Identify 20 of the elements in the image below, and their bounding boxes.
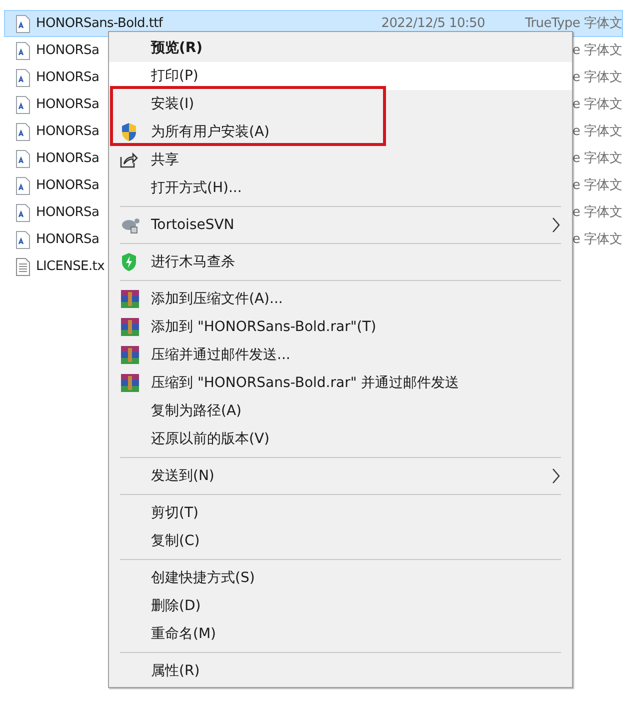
file-name: LICENSE.tx [36, 258, 104, 276]
file-name: HONORSa [36, 150, 100, 168]
file-type: e 字体文 [572, 230, 622, 249]
file-type: e 字体文 [572, 68, 622, 87]
file-name: HONORSa [36, 204, 100, 222]
file-name: HONORSans-Bold.ttf [36, 14, 163, 33]
file-type: e 字体文 [572, 96, 622, 114]
file-name: HONORSa [36, 68, 100, 87]
file-name: HONORSa [36, 96, 100, 114]
file-type: e 字体文 [572, 176, 622, 195]
file-type: TrueType 字体文 [524, 14, 622, 33]
file-name: HONORSa [36, 230, 100, 249]
file-type: e 字体文 [572, 150, 622, 168]
file-type: e 字体文 [572, 122, 622, 141]
file-type: e 字体文 [572, 204, 622, 222]
file-type: e 字体文 [572, 42, 622, 60]
file-name: HONORSa [36, 176, 100, 195]
file-date: 2022/12/5 10:50 [381, 14, 485, 33]
file-name: HONORSa [36, 42, 100, 60]
file-name: HONORSa [36, 122, 100, 141]
